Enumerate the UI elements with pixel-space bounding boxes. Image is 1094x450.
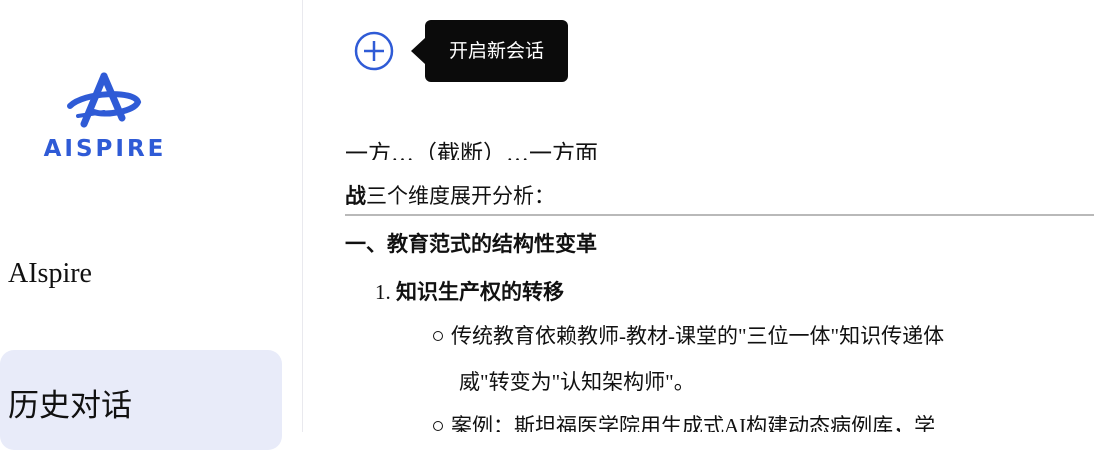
bullet-text: 传统教育依赖教师-教材-课堂的"三位一体"知识传递体 <box>451 324 945 348</box>
new-chat-plus-icon[interactable] <box>351 28 397 74</box>
list-item-title: 知识生产权的转移 <box>396 280 564 304</box>
bullet-item: 案例：斯坦福医学院用生成式AI构建动态病例库，学 <box>433 410 935 432</box>
bullet-item: 传统教育依赖教师-教材-课堂的"三位一体"知识传递体 <box>433 320 944 350</box>
history-conversations-label: 历史对话 <box>8 388 132 423</box>
history-conversations-button[interactable]: 历史对话 <box>0 350 282 450</box>
divider <box>345 214 1094 216</box>
aispire-logo: AISPIRE <box>30 72 180 172</box>
intro-bold: 战 <box>345 184 366 208</box>
bullet-icon <box>433 331 443 342</box>
sidebar: AISPIRE AIspire 历史对话 <box>0 0 303 450</box>
section-heading: 一、教育范式的结构性变革 <box>345 232 597 256</box>
bullet-continuation: 威"转变为"认知架构师"。 <box>459 370 695 394</box>
intro-rest: 三个维度展开分析： <box>366 184 555 208</box>
list-number: 1. <box>375 280 391 304</box>
logo-text: AISPIRE <box>43 136 167 162</box>
bullet-text: 案例：斯坦福医学院用生成式AI构建动态病例库，学 <box>451 414 936 432</box>
clipped-text: 一方…（截断）…一方面 <box>345 141 598 160</box>
clipped-text-line: 一方…（截断）…一方面 <box>345 116 1094 160</box>
intro-line: 战三个维度展开分析： <box>345 180 555 210</box>
bullet-icon <box>433 421 443 432</box>
new-chat-tooltip: 开启新会话 <box>410 20 569 82</box>
app-name: AIspire <box>8 258 92 289</box>
aispire-logo-icon <box>67 72 142 128</box>
ordered-list-item: 1. 知识生产权的转移 <box>375 276 564 306</box>
main-panel: 开启新会话 一方…（截断）…一方面 战三个维度展开分析： 一、教育范式的结构性变… <box>303 0 1094 432</box>
